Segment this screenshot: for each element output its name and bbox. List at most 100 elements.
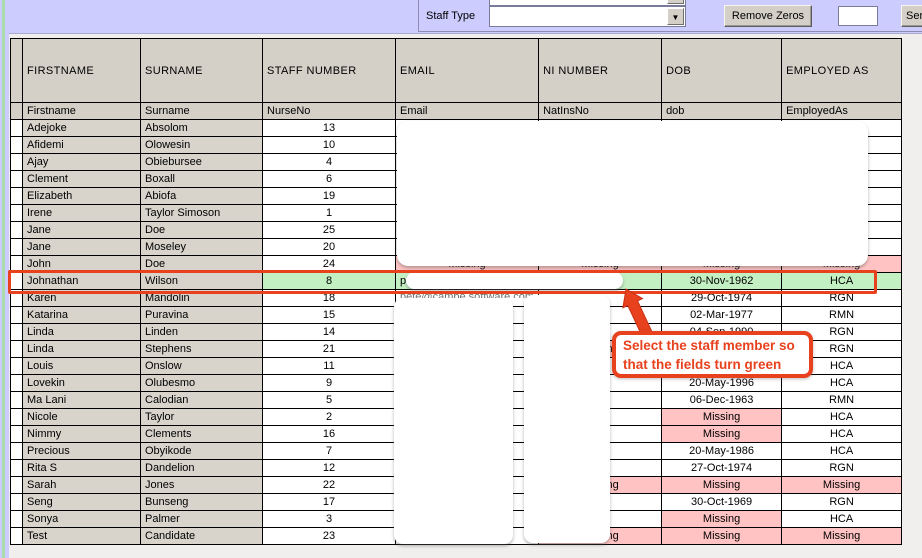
row-selector[interactable] [11, 239, 23, 256]
cell-employed-as[interactable]: Missing [782, 477, 902, 494]
cell-employed-as[interactable]: RGN [782, 494, 902, 511]
cell-staff-number[interactable]: 3 [263, 511, 396, 528]
cell-firstname[interactable]: Elizabeth [23, 188, 141, 205]
row-selector[interactable] [11, 443, 23, 460]
col-header-employed-as[interactable]: EMPLOYED AS [782, 39, 902, 103]
cell-surname[interactable]: Puravina [141, 307, 263, 324]
cell-surname[interactable]: Jones [141, 477, 263, 494]
row-selector[interactable] [11, 137, 23, 154]
row-selector[interactable] [11, 341, 23, 358]
cell-staff-number[interactable]: 5 [263, 392, 396, 409]
cell-surname[interactable]: Calodian [141, 392, 263, 409]
cell-surname[interactable]: Boxall [141, 171, 263, 188]
cell-staff-number[interactable]: 25 [263, 222, 396, 239]
search-button-clipped[interactable]: Ser [901, 5, 922, 27]
cell-firstname[interactable]: Test [23, 528, 141, 545]
cell-surname[interactable]: Candidate [141, 528, 263, 545]
cell-employed-as[interactable]: HCA [782, 409, 902, 426]
cell-firstname[interactable]: Sonya [23, 511, 141, 528]
row-selector[interactable] [11, 154, 23, 171]
cell-firstname[interactable]: Linda [23, 324, 141, 341]
cell-firstname[interactable]: Jane [23, 239, 141, 256]
col-header-dob[interactable]: DOB [662, 39, 782, 103]
cell-staff-number[interactable]: 13 [263, 120, 396, 137]
cell-firstname[interactable]: Sarah [23, 477, 141, 494]
cell-firstname[interactable]: Katarina [23, 307, 141, 324]
cell-firstname[interactable]: Louis [23, 358, 141, 375]
cell-staff-number[interactable]: 19 [263, 188, 396, 205]
cell-surname[interactable]: Linden [141, 324, 263, 341]
cell-employed-as[interactable]: RGN [782, 460, 902, 477]
cell-surname[interactable]: Taylor [141, 409, 263, 426]
cell-employed-as[interactable]: RMN [782, 307, 902, 324]
cell-employed-as[interactable]: Missing [782, 528, 902, 545]
cell-dob[interactable]: 02-Mar-1977 [662, 307, 782, 324]
row-selector[interactable] [11, 494, 23, 511]
cell-staff-number[interactable]: 1 [263, 205, 396, 222]
col-header-email[interactable]: EMAIL [396, 39, 539, 103]
cell-surname[interactable]: Dandelion [141, 460, 263, 477]
row-selector[interactable] [11, 426, 23, 443]
cell-surname[interactable]: Doe [141, 222, 263, 239]
cell-surname[interactable]: Clements [141, 426, 263, 443]
staff-type-select[interactable]: ▼ [489, 6, 686, 27]
cell-staff-number[interactable]: 6 [263, 171, 396, 188]
cell-firstname[interactable]: Clement [23, 171, 141, 188]
cell-employed-as[interactable]: HCA [782, 443, 902, 460]
cell-staff-number[interactable]: 10 [263, 137, 396, 154]
cell-firstname[interactable]: Irene [23, 205, 141, 222]
cell-surname[interactable]: Stephens [141, 341, 263, 358]
cell-firstname[interactable]: Lovekin [23, 375, 141, 392]
row-selector[interactable] [11, 171, 23, 188]
cell-staff-number[interactable]: 2 [263, 409, 396, 426]
cell-staff-number[interactable]: 14 [263, 324, 396, 341]
row-selector[interactable] [11, 205, 23, 222]
cell-surname[interactable]: Abiofa [141, 188, 263, 205]
row-selector[interactable] [11, 528, 23, 545]
cell-surname[interactable]: Onslow [141, 358, 263, 375]
cell-surname[interactable]: Taylor Simoson [141, 205, 263, 222]
cell-staff-number[interactable]: 23 [263, 528, 396, 545]
cell-dob[interactable]: Missing [662, 477, 782, 494]
cell-dob[interactable]: 06-Dec-1963 [662, 392, 782, 409]
cell-staff-number[interactable]: 17 [263, 494, 396, 511]
cell-surname[interactable]: Obyikode [141, 443, 263, 460]
cell-surname[interactable]: Palmer [141, 511, 263, 528]
cell-staff-number[interactable]: 22 [263, 477, 396, 494]
cell-dob[interactable]: 20-May-1986 [662, 443, 782, 460]
cell-staff-number[interactable]: 16 [263, 426, 396, 443]
chevron-down-icon[interactable]: ▼ [667, 8, 684, 25]
cell-surname[interactable]: Olubesmo [141, 375, 263, 392]
cell-firstname[interactable]: Adejoke [23, 120, 141, 137]
cell-surname[interactable]: Bunseng [141, 494, 263, 511]
cell-surname[interactable]: Moseley [141, 239, 263, 256]
cell-firstname[interactable]: Ma Lani [23, 392, 141, 409]
row-selector[interactable] [11, 511, 23, 528]
cell-dob[interactable]: Missing [662, 511, 782, 528]
col-header-firstname[interactable]: FIRSTNAME [23, 39, 141, 103]
row-selector[interactable] [11, 120, 23, 137]
cell-firstname[interactable]: Afidemi [23, 137, 141, 154]
col-header-ni-number[interactable]: NI NUMBER [539, 39, 662, 103]
row-selector[interactable] [11, 477, 23, 494]
cell-surname[interactable]: Obiebursee [141, 154, 263, 171]
col-header-staff-number[interactable]: STAFF NUMBER [263, 39, 396, 103]
cell-employed-as[interactable]: HCA [782, 426, 902, 443]
row-selector[interactable] [11, 358, 23, 375]
cell-firstname[interactable]: Nimmy [23, 426, 141, 443]
filter-input[interactable] [838, 6, 878, 26]
cell-firstname[interactable]: Precious [23, 443, 141, 460]
cell-firstname[interactable]: Seng [23, 494, 141, 511]
row-selector[interactable] [11, 460, 23, 477]
cell-dob[interactable]: 27-Oct-1974 [662, 460, 782, 477]
col-header-surname[interactable]: SURNAME [141, 39, 263, 103]
cell-dob[interactable]: Missing [662, 426, 782, 443]
cell-staff-number[interactable]: 21 [263, 341, 396, 358]
cell-staff-number[interactable]: 20 [263, 239, 396, 256]
row-selector[interactable] [11, 409, 23, 426]
row-selector[interactable] [11, 307, 23, 324]
cell-staff-number[interactable]: 7 [263, 443, 396, 460]
cell-staff-number[interactable]: 11 [263, 358, 396, 375]
cell-employed-as[interactable]: RMN [782, 392, 902, 409]
cell-firstname[interactable]: Linda [23, 341, 141, 358]
